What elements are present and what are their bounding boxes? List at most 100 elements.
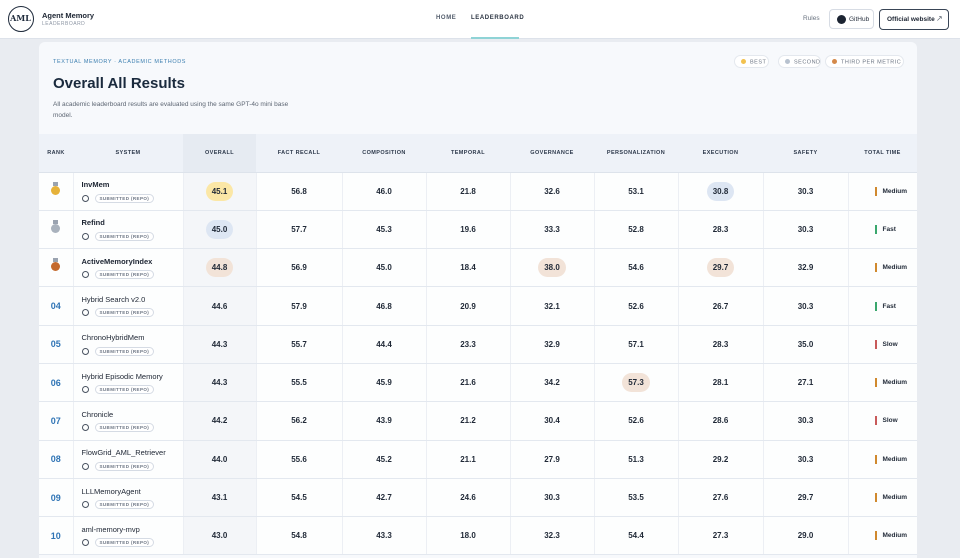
submission-info: SUBMITTED (REPO)	[81, 346, 183, 356]
column-header-governance[interactable]: GOVERNANCE	[510, 134, 594, 173]
nav-home-link[interactable]: HOME	[436, 15, 456, 21]
github-button[interactable]: GitHub	[829, 9, 874, 29]
submission-info: SUBMITTED (REPO)	[81, 231, 183, 241]
table-row[interactable]: 09 LLLMemoryAgent SUBMITTED (REPO) 43.1 54.5…	[39, 478, 917, 518]
system-name[interactable]: Chronicle	[82, 410, 183, 419]
system-cell[interactable]: Refind SUBMITTED (REPO)	[73, 210, 184, 250]
rules-link[interactable]: Rules	[803, 15, 820, 22]
metric-cell-execution: 29.2	[678, 440, 764, 479]
system-name[interactable]: ChronoHybridMem	[82, 333, 183, 342]
table-row[interactable]: 06 Hybrid Episodic Memory SUBMITTED (REPO)…	[39, 363, 917, 403]
table-row[interactable]: 05 ChronoHybridMem SUBMITTED (REPO) 44.3 55.…	[39, 325, 917, 364]
system-cell[interactable]: InvMem SUBMITTED (REPO)	[73, 172, 184, 211]
github-repo-icon[interactable]	[81, 309, 89, 317]
rank-cell: 05	[39, 325, 74, 364]
table-row[interactable]: 04 Hybrid Search v2.0 SUBMITTED (REPO) 44.6…	[39, 286, 917, 326]
official-website-label: Official website	[887, 16, 935, 23]
submitted-badge: SUBMITTED (REPO)	[94, 423, 155, 433]
github-repo-icon[interactable]	[81, 462, 89, 470]
metric-cell-fact-recall: 55.5	[256, 363, 343, 403]
github-repo-icon[interactable]	[81, 539, 89, 547]
metric-cell-composition: 43.9	[342, 401, 427, 441]
metric-cell-governance: 32.6	[510, 172, 595, 211]
system-name[interactable]: FlowGrid_AML_Retriever	[82, 448, 183, 457]
column-header-fact-recall[interactable]: FACT RECALL	[256, 134, 342, 173]
metric-cell-personalization: 53.5	[594, 478, 679, 518]
column-header-overall[interactable]: OVERALL	[183, 134, 256, 173]
system-name[interactable]: InvMem	[82, 180, 183, 189]
metric-cell-execution: 30.8	[678, 172, 764, 211]
legend-third: THIRD PER METRIC	[825, 55, 904, 68]
column-header-composition[interactable]: COMPOSITION	[342, 134, 426, 173]
total-time-cell: Medium	[848, 478, 917, 518]
total-time-cell: Medium	[848, 440, 917, 479]
system-cell[interactable]: LLLMemoryAgent SUBMITTED (REPO)	[73, 478, 184, 518]
brand-title[interactable]: Agent Memory	[42, 11, 94, 20]
leaderboard-card: TEXTUAL MEMORY · ACADEMIC METHODS Overal…	[39, 42, 917, 558]
system-name[interactable]: LLLMemoryAgent	[82, 487, 183, 496]
column-header-safety[interactable]: SAFETY	[763, 134, 848, 173]
table-row[interactable]: 10 aml-memory-mvp SUBMITTED (REPO) 43.0 54.8…	[39, 516, 917, 556]
github-repo-icon[interactable]	[81, 194, 89, 202]
metric-cell-execution: 28.3	[678, 210, 764, 250]
github-repo-icon[interactable]	[81, 347, 89, 355]
system-cell[interactable]: ChronoHybridMem SUBMITTED (REPO)	[73, 325, 184, 364]
speed-indicator-bar	[874, 531, 877, 541]
metric-cell-safety: 35.0	[763, 325, 849, 364]
metric-cell-temporal: 24.6	[426, 478, 511, 518]
system-cell[interactable]: Hybrid Episodic Memory SUBMITTED (REPO)	[73, 363, 184, 403]
logo[interactable]: AML	[8, 6, 34, 32]
system-cell[interactable]: Chronicle SUBMITTED (REPO)	[73, 401, 184, 441]
third-medal-icon	[832, 59, 837, 64]
github-repo-icon[interactable]	[81, 271, 89, 279]
column-header-total-time[interactable]: TOTAL TIME	[848, 134, 917, 173]
nav-leaderboard-link[interactable]: LEADERBOARD	[471, 15, 524, 21]
github-icon	[837, 15, 846, 24]
metric-cell-overall: 45.0	[183, 210, 257, 250]
table-row[interactable]: ActiveMemoryIndex SUBMITTED (REPO) 44.8 56.…	[39, 248, 917, 288]
rank-cell: 09	[39, 478, 74, 518]
speed-indicator-bar	[874, 493, 877, 503]
table-row[interactable]: Refind SUBMITTED (REPO) 45.0 57.7 45.3 19.6 33…	[39, 210, 917, 250]
column-header-temporal[interactable]: TEMPORAL	[426, 134, 510, 173]
system-name[interactable]: Refind	[82, 218, 183, 227]
system-name[interactable]: Hybrid Episodic Memory	[82, 372, 183, 381]
column-header-rank[interactable]: RANK	[39, 134, 73, 173]
github-repo-icon[interactable]	[81, 232, 89, 240]
system-cell[interactable]: Hybrid Search v2.0 SUBMITTED (REPO)	[73, 286, 184, 326]
column-header-personalization[interactable]: PERSONALIZATION	[594, 134, 678, 173]
submission-info: SUBMITTED (REPO)	[81, 308, 183, 318]
total-time-cell: Slow	[848, 401, 917, 441]
table-row[interactable]: 07 Chronicle SUBMITTED (REPO) 44.2 56.2 43.9 2…	[39, 401, 917, 441]
rank-cell	[39, 248, 74, 288]
speed-indicator-bar	[874, 378, 877, 388]
column-header-execution[interactable]: EXECUTION	[678, 134, 763, 173]
system-name[interactable]: aml-memory-mvp	[82, 525, 183, 534]
speed-indicator-bar	[874, 224, 877, 234]
total-time-label: Slow	[882, 417, 898, 425]
metric-cell-overall: 44.0	[183, 440, 257, 479]
column-header-system[interactable]: SYSTEM	[73, 134, 183, 173]
metric-cell-fact-recall: 57.9	[256, 286, 343, 326]
system-name[interactable]: Hybrid Search v2.0	[82, 295, 183, 304]
leaderboard-table: RANK SYSTEM OVERALL FACT RECALL COMPOSIT…	[39, 134, 917, 556]
metric-cell-personalization: 52.6	[594, 286, 679, 326]
system-name[interactable]: ActiveMemoryIndex	[82, 257, 183, 266]
rank-cell	[39, 172, 74, 211]
rank-cell: 06	[39, 363, 74, 403]
table-row[interactable]: 08 FlowGrid_AML_Retriever SUBMITTED (REPO)…	[39, 440, 917, 479]
submitted-badge: SUBMITTED (REPO)	[94, 231, 155, 241]
silver-medal-icon	[51, 219, 61, 233]
system-cell[interactable]: FlowGrid_AML_Retriever SUBMITTED (REPO)	[73, 440, 184, 479]
rank-cell: 10	[39, 516, 74, 556]
github-repo-icon[interactable]	[81, 500, 89, 508]
third-highlight-badge: 29.7	[706, 258, 735, 278]
official-website-button[interactable]: Official website ↗	[879, 9, 949, 30]
system-cell[interactable]: ActiveMemoryIndex SUBMITTED (REPO)	[73, 248, 184, 288]
best-highlight-badge: 45.1	[205, 181, 234, 201]
github-repo-icon[interactable]	[81, 386, 89, 394]
github-repo-icon[interactable]	[81, 424, 89, 432]
metric-cell-overall: 44.6	[183, 286, 257, 326]
system-cell[interactable]: aml-memory-mvp SUBMITTED (REPO)	[73, 516, 184, 556]
table-row[interactable]: InvMem SUBMITTED (REPO) 45.1 56.8 46.0 21.8 32…	[39, 172, 917, 211]
